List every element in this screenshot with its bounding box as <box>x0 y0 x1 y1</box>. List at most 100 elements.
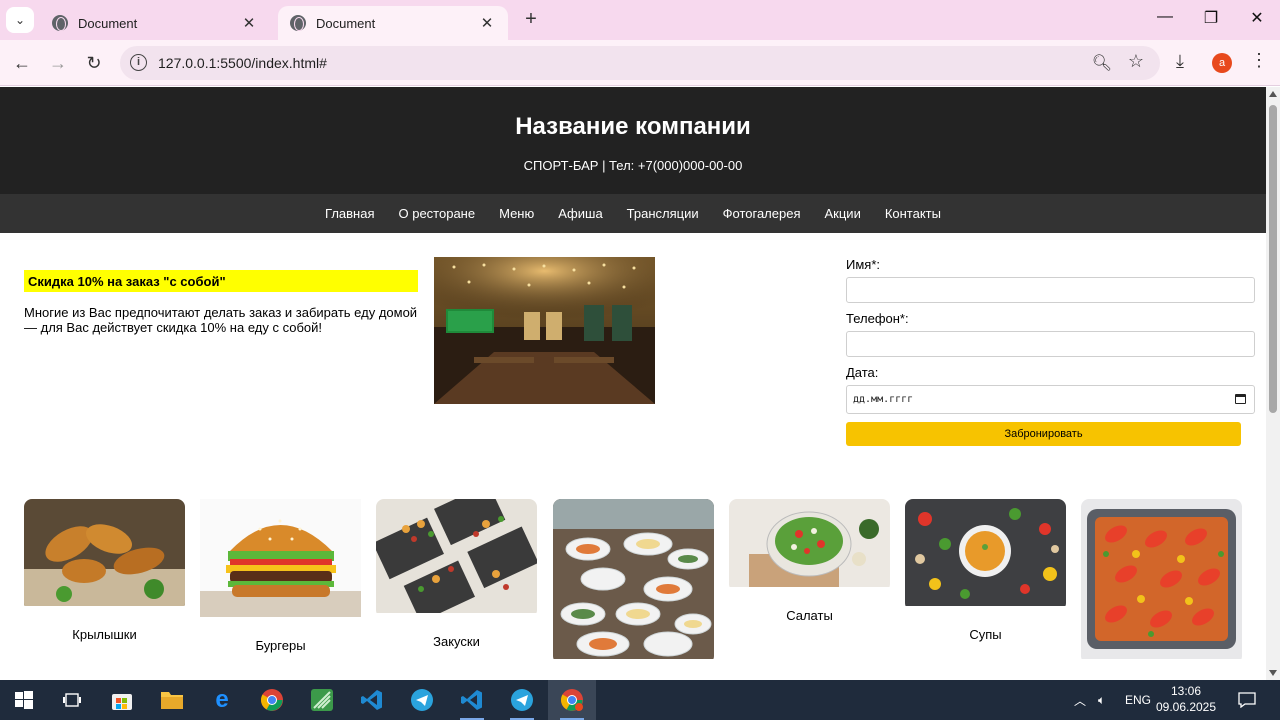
reload-icon[interactable]: ↻ <box>82 52 106 74</box>
restore-icon[interactable]: ❐ <box>1199 8 1223 28</box>
profile-avatar[interactable]: a <box>1212 53 1232 73</box>
burger-image <box>200 499 361 622</box>
close-tab-icon[interactable]: ✕ <box>240 14 258 32</box>
chrome-app[interactable] <box>248 680 296 720</box>
address-bar[interactable]: i 127.0.0.1:5500/index.html# 🔍︎ ☆ <box>120 46 1160 80</box>
scroll-down-arrow-icon[interactable] <box>1269 670 1277 676</box>
vscode-app-running[interactable] <box>448 680 496 720</box>
forward-arrow-icon[interactable]: → <box>46 52 70 74</box>
bookmark-star-icon[interactable]: ☆ <box>1128 51 1144 72</box>
scroll-up-arrow-icon[interactable] <box>1269 91 1277 97</box>
category-label: Закуски <box>433 634 480 649</box>
file-explorer-app[interactable] <box>148 680 196 720</box>
folder-icon <box>161 692 183 709</box>
calendar-icon[interactable] <box>1235 394 1246 404</box>
browser-toolbar: ← → ↻ i 127.0.0.1:5500/index.html# 🔍︎ ☆ <box>0 40 1280 86</box>
nav-item-broadcasts[interactable]: Трансляции <box>627 206 699 221</box>
image-app[interactable] <box>298 680 346 720</box>
nav-item-about[interactable]: О ресторане <box>399 206 476 221</box>
leaf-app-icon <box>311 689 333 711</box>
vscode-icon <box>461 690 482 710</box>
book-button[interactable]: Забронировать <box>846 422 1241 446</box>
booking-form: Имя*: Телефон*: Дата: дд.мм.гггг Заброни… <box>846 257 1255 446</box>
minimize-icon[interactable]: — <box>1153 8 1177 26</box>
start-button[interactable] <box>0 680 48 720</box>
tab-title: Document <box>316 15 376 31</box>
task-view-icon <box>63 693 81 707</box>
page-viewport: Название компании СПОРТ-БАР | Тел: +7(00… <box>0 87 1266 680</box>
nav-item-gallery[interactable]: Фотогалерея <box>723 206 801 221</box>
telegram-icon <box>411 689 433 711</box>
soup-image <box>905 499 1066 611</box>
nav-item-promotions[interactable]: Акции <box>825 206 861 221</box>
globe-icon <box>52 15 68 31</box>
close-tab-icon[interactable]: ✕ <box>478 14 496 32</box>
chevron-down-icon: ⌄ <box>14 13 26 27</box>
name-input[interactable] <box>846 277 1255 303</box>
main-nav: Главная О ресторане Меню Афиша Трансляци… <box>0 194 1266 233</box>
date-placeholder: дд.мм.гггг <box>853 394 914 405</box>
volume-icon[interactable]: 🔈︎ <box>1098 680 1105 720</box>
new-tab-button[interactable]: + <box>520 8 542 31</box>
nav-item-home[interactable]: Главная <box>325 206 374 221</box>
vscode-app[interactable] <box>348 680 396 720</box>
zoom-icon[interactable]: 🔍︎ <box>1092 53 1112 73</box>
site-info-icon[interactable]: i <box>130 54 147 71</box>
browser-tab-2[interactable]: Document ✕ <box>278 6 508 40</box>
category-card[interactable]: Супы <box>905 499 1066 642</box>
close-window-icon[interactable]: ✕ <box>1245 8 1269 28</box>
windows-icon <box>15 691 33 709</box>
clock[interactable]: 13:06 09.06.2025 <box>1150 683 1222 715</box>
wings-image <box>24 499 185 611</box>
notification-icon <box>1238 692 1256 708</box>
phone-input[interactable] <box>846 331 1255 357</box>
scroll-thumb[interactable] <box>1269 105 1277 413</box>
date-label: Дата: <box>846 365 879 380</box>
category-card[interactable]: Бургеры <box>200 499 361 653</box>
category-card[interactable]: Крылышки <box>24 499 185 642</box>
phone-label: Телефон*: <box>846 311 909 326</box>
telegram-app[interactable] <box>398 680 446 720</box>
windows-taskbar: e ︿ 🔈︎ ENG 13:06 09.06.2025 <box>0 680 1280 720</box>
page-scrollbar[interactable] <box>1266 87 1280 680</box>
promo-text: Многие из Вас предпочитают делать заказ … <box>24 305 418 335</box>
category-card[interactable]: Салаты <box>729 499 890 623</box>
browser-tab-strip: ⌄ Document ✕ Document ✕ + — ❐ ✕ <box>0 0 1280 40</box>
url-text[interactable]: 127.0.0.1:5500/index.html# <box>158 55 327 71</box>
download-icon[interactable]: ⤓ <box>1176 51 1184 72</box>
category-card[interactable]: М <box>553 499 714 680</box>
store-icon <box>112 694 132 710</box>
clock-time: 13:06 <box>1170 684 1202 698</box>
nav-item-contacts[interactable]: Контакты <box>885 206 941 221</box>
telegram-icon <box>511 689 533 711</box>
nav-item-menu[interactable]: Меню <box>499 206 534 221</box>
chrome-app-active[interactable] <box>548 680 596 720</box>
telegram-app-running[interactable] <box>498 680 546 720</box>
nav-item-events[interactable]: Афиша <box>558 206 602 221</box>
more-menu-icon[interactable]: ⋮ <box>1250 50 1268 71</box>
promo-title: Скидка 10% на заказ "с собой" <box>24 270 418 292</box>
category-label: Супы <box>969 627 1002 642</box>
browser-tab-1[interactable]: Document ✕ <box>40 6 270 40</box>
show-hidden-icons[interactable]: ︿ <box>1074 680 1086 720</box>
category-card[interactable]: Закуски <box>376 499 537 649</box>
store-app[interactable] <box>98 680 146 720</box>
tab-search-button[interactable]: ⌄ <box>6 7 34 33</box>
back-arrow-icon[interactable]: ← <box>10 52 34 74</box>
category-label: Бургеры <box>255 638 306 653</box>
tagline: СПОРТ-БАР | Тел: +7(000)000-00-00 <box>523 158 743 173</box>
chevron-up-icon: ︿ <box>1074 693 1087 708</box>
seafood-image <box>553 499 714 664</box>
date-input[interactable]: дд.мм.гггг <box>846 385 1255 414</box>
company-name: Название компании <box>515 113 751 140</box>
salad-image <box>729 499 890 592</box>
notifications-button[interactable] <box>1238 680 1256 720</box>
category-label: Салаты <box>786 608 833 623</box>
language-indicator[interactable]: ENG <box>1125 680 1151 720</box>
category-card[interactable]: Г <box>1081 499 1242 680</box>
edge-app[interactable]: e <box>198 680 246 720</box>
hot-dish-image <box>1081 499 1242 664</box>
globe-icon <box>290 15 306 31</box>
edge-icon: e <box>215 686 229 713</box>
task-view-button[interactable] <box>48 680 96 720</box>
